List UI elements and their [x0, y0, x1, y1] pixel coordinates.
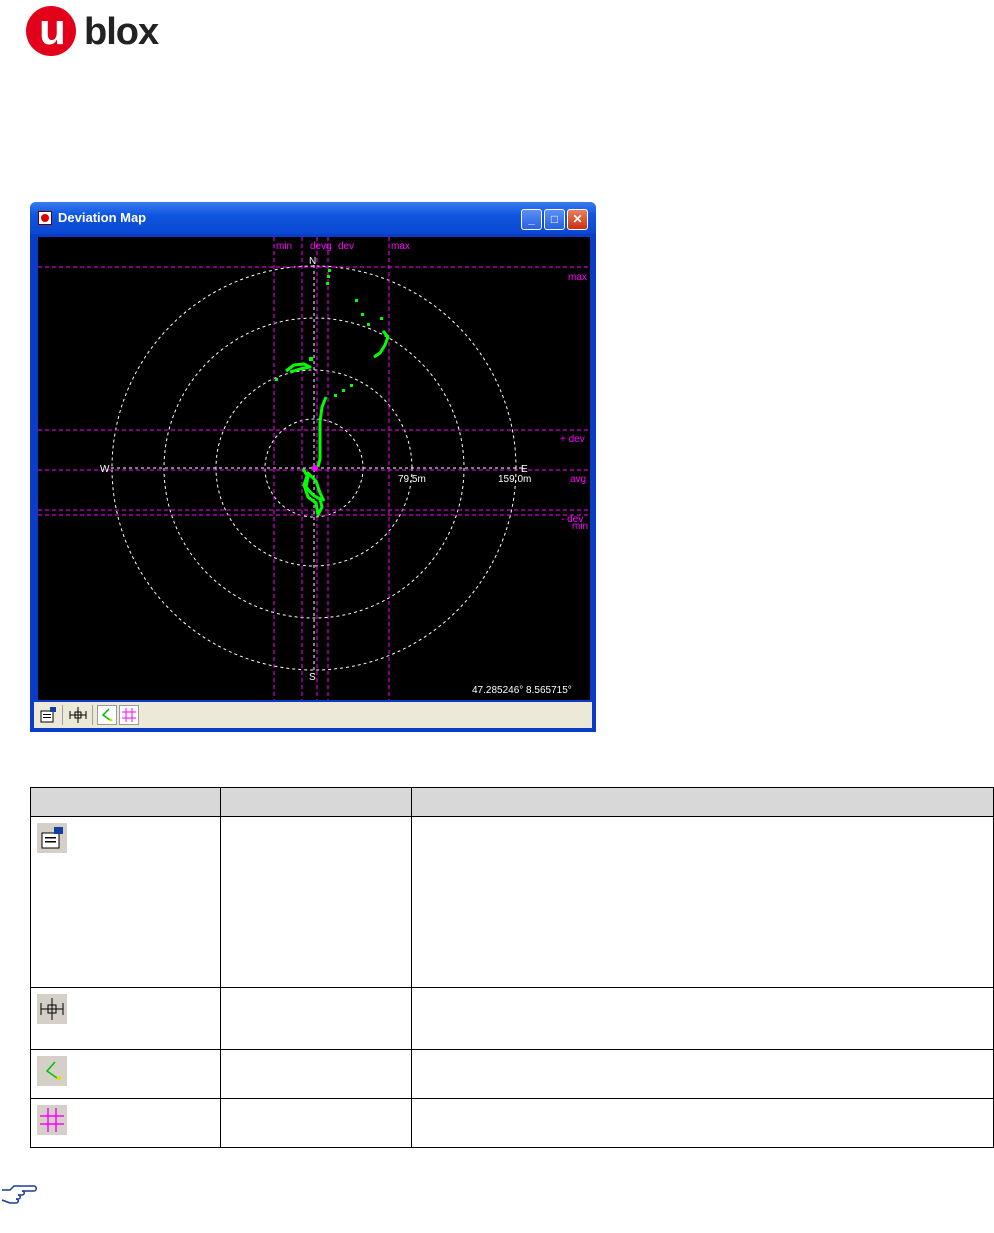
table-header-cell — [410, 787, 994, 817]
table-icon-cell — [30, 1098, 221, 1148]
table-name-cell — [219, 816, 412, 988]
track-point — [327, 275, 330, 278]
table-row — [30, 816, 994, 988]
track-path-center — [316, 396, 328, 468]
toolbar-icon-table — [30, 787, 994, 1148]
track-path-w — [285, 362, 312, 374]
track-point — [342, 389, 345, 392]
ring-label-2: 159.0m — [498, 474, 531, 485]
top-label-avg: g — [326, 241, 332, 252]
ublox-logo: u blox — [26, 6, 186, 60]
grid-icon — [37, 1105, 67, 1135]
window-title: Deviation Map — [58, 210, 147, 225]
logo-u: u — [39, 5, 66, 54]
maximize-button[interactable]: □ — [544, 209, 565, 230]
average-position-marker — [312, 465, 318, 471]
table-description-cell — [410, 1049, 994, 1099]
toolbar-separator — [92, 705, 93, 725]
table-name-cell — [219, 1098, 412, 1148]
table-header-cell — [219, 787, 412, 817]
right-label-avg: avg — [570, 474, 586, 485]
track-icon[interactable] — [97, 705, 117, 725]
compass-south: S — [309, 672, 316, 683]
toolbar-separator — [62, 705, 63, 725]
logo-text: blox — [84, 11, 159, 53]
track-point — [334, 394, 337, 397]
window-titlebar[interactable]: Deviation Map _ □ ✕ — [30, 202, 596, 234]
table-icon-cell — [30, 987, 221, 1050]
table-description-cell — [410, 816, 994, 988]
track-point — [380, 317, 383, 320]
compass-north: N — [309, 256, 316, 267]
track-point — [326, 282, 329, 285]
track-point — [355, 299, 358, 302]
pointing-hand-icon — [0, 1182, 40, 1206]
right-label-plus-dev: + dev — [560, 434, 585, 445]
grid-icon[interactable] — [119, 705, 139, 725]
track-point — [361, 313, 364, 316]
table-name-cell — [219, 1049, 412, 1099]
top-label-max: max — [391, 241, 410, 252]
map-toolbar — [34, 702, 592, 728]
table-name-cell — [219, 987, 412, 1050]
track-path-ne — [373, 330, 390, 359]
table-description-cell — [410, 987, 994, 1050]
deviation-map-plot[interactable]: N S W E 79.5m 159.0m 47.285246° 8.565715… — [38, 237, 590, 700]
track-point — [309, 357, 313, 361]
deviation-map-window: Deviation Map _ □ ✕ N S W E 79.5m 159.0m… — [30, 202, 596, 732]
track-point — [350, 384, 353, 387]
track-point — [367, 323, 370, 326]
coordinates-readout: 47.285246° 8.565715° — [472, 685, 572, 696]
right-label-max: max — [568, 272, 587, 283]
table-header-row — [30, 787, 994, 817]
table-icon-cell — [30, 1049, 221, 1099]
close-button[interactable]: ✕ — [567, 209, 588, 230]
track-point — [275, 378, 278, 381]
settings-icon[interactable] — [38, 705, 58, 725]
center-move-icon — [37, 994, 67, 1024]
top-label-min: min — [276, 241, 292, 252]
table-row — [30, 1049, 994, 1099]
track-icon — [37, 1056, 67, 1086]
right-label-min: min — [572, 521, 588, 532]
settings-icon — [37, 823, 67, 853]
table-header-cell — [30, 787, 221, 817]
app-icon — [38, 211, 52, 225]
table-description-cell — [410, 1098, 994, 1148]
center-move-icon[interactable] — [68, 705, 88, 725]
deviation-map-canvas: N S W E 79.5m 159.0m 47.285246° 8.565715… — [38, 237, 590, 700]
compass-west: W — [100, 464, 110, 475]
minimize-button[interactable]: _ — [521, 209, 542, 230]
top-label-dev-minus: dev — [310, 241, 326, 252]
track-point — [328, 269, 331, 272]
top-label-dev-plus: dev — [338, 241, 354, 252]
table-row — [30, 987, 994, 1050]
table-row — [30, 1098, 994, 1148]
ring-label-1: 79.5m — [398, 474, 426, 485]
table-icon-cell — [30, 816, 221, 988]
